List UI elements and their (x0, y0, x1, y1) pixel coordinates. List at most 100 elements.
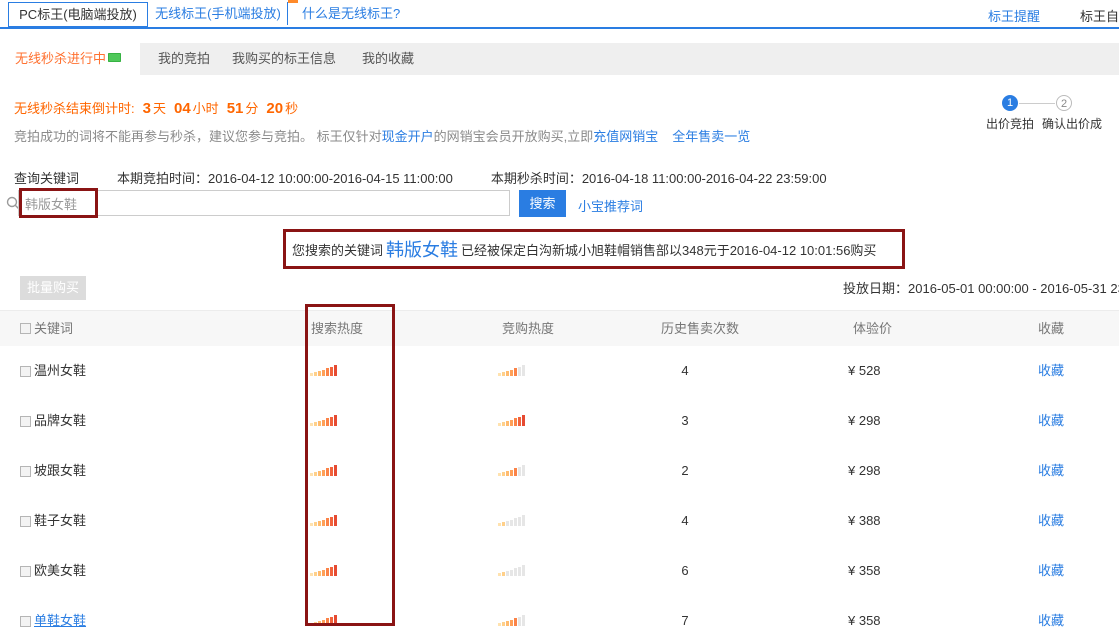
table-header: 关键词 搜索热度 竞购热度 历史售卖次数 体验价 收藏 (0, 310, 1119, 347)
row-checkbox[interactable] (20, 516, 31, 527)
notice-link[interactable]: 全年售卖一览 (672, 129, 750, 144)
col-search-heat: 搜索热度 (311, 311, 363, 347)
table-row: 坡跟女鞋 2 ¥ 298 收藏 (0, 446, 1119, 497)
keyword-cell[interactable]: 坡跟女鞋 (34, 446, 86, 496)
notice-line: 竞拍成功的词将不能再参与秒杀，建议您参与竞拍。 标王仅针对现金开户的网销宝会员开… (14, 126, 750, 145)
countdown-number: 04 (174, 100, 191, 117)
favorite-link[interactable]: 收藏 (1038, 346, 1064, 396)
auction-time: 本期竞拍时间：2016-04-12 10:00:00-2016-04-15 11… (117, 171, 453, 186)
row-checkbox[interactable] (20, 466, 31, 477)
batch-buy-button[interactable]: 批量购买 (20, 276, 86, 300)
orange-notch-icon (288, 0, 298, 3)
tab-purchased-info[interactable]: 我购买的标王信息 (232, 43, 336, 75)
countdown-unit: 小时 (193, 101, 219, 116)
sold-count-cell: 7 (640, 596, 730, 629)
message-keyword-link[interactable]: 韩版女鞋 (386, 236, 458, 262)
notice-link[interactable]: 充值网销宝 (593, 129, 658, 144)
notice-text: 标王仅针对 (313, 129, 382, 144)
sold-count-cell: 3 (640, 396, 730, 446)
search-heat-bars-icon (310, 515, 338, 526)
message-prefix: 您搜索的关键词 (292, 240, 383, 259)
countdown-number: 20 (266, 100, 283, 117)
countdown-unit: 分 (245, 101, 258, 116)
table-row: 品牌女鞋3¥ 298收藏 (0, 396, 1119, 447)
search-heat-bars-icon (310, 565, 338, 576)
step-1-circle: 1 (1002, 95, 1018, 111)
query-keyword-label: 查询关键词 (14, 171, 79, 186)
countdown-value: 3天 04小时 51分 20秒 (135, 101, 298, 116)
step-connector (1019, 103, 1055, 104)
compete-heat-bars-icon (498, 365, 526, 376)
put-date-range: 投放日期：2016-05-01 00:00:00 - 2016-05-31 23 (843, 278, 1119, 297)
tab-my-auction[interactable]: 我的竞拍 (158, 43, 210, 75)
compete-heat-bars-icon (498, 515, 526, 526)
favorite-link[interactable]: 收藏 (1038, 596, 1064, 629)
sold-count-cell: 4 (640, 346, 730, 396)
countdown-label: 无线秒杀结束倒计时: (14, 101, 135, 116)
step-2-label: 确认出价成 (1042, 115, 1102, 132)
notice-link[interactable]: 现金开户 (382, 129, 434, 144)
col-favorite: 收藏 (1038, 311, 1064, 347)
col-keyword: 关键词 (34, 311, 73, 347)
countdown-number: 3 (143, 100, 151, 117)
row-checkbox[interactable] (20, 416, 31, 427)
tab-seckill-active[interactable]: 无线秒杀进行中 (0, 43, 140, 75)
step-1-label: 出价竞拍 (986, 115, 1034, 132)
keyword-cell[interactable]: 单鞋女鞋 (34, 596, 86, 629)
compete-heat-bars-icon (498, 565, 526, 576)
select-all-checkbox[interactable] (20, 311, 31, 347)
price-cell: ¥ 528 (848, 346, 881, 396)
query-row: 查询关键词 本期竞拍时间：2016-04-12 10:00:00-2016-04-… (14, 168, 865, 187)
biaowang-auto-link[interactable]: 标王自 (1080, 6, 1119, 25)
notice-text: 竞拍成功的词将不能再参与秒杀，建议您参与竞拍。 (14, 129, 313, 144)
keyword-cell[interactable]: 温州女鞋 (34, 346, 86, 396)
tab-what-is-wireless[interactable]: 什么是无线标王? (287, 2, 414, 25)
countdown-unit: 秒 (285, 101, 298, 116)
tab-wireless-biaowang[interactable]: 无线标王(手机端投放) (150, 2, 286, 25)
col-sold-count: 历史售卖次数 (661, 311, 739, 347)
sold-count-cell: 2 (640, 446, 730, 496)
step-2-circle: 2 (1056, 95, 1072, 111)
price-cell: ¥ 358 (848, 596, 881, 629)
keyword-cell[interactable]: 欧美女鞋 (34, 546, 86, 596)
price-cell: ¥ 388 (848, 496, 881, 546)
search-heat-bars-icon (310, 465, 338, 476)
tab-my-favorites[interactable]: 我的收藏 (362, 43, 414, 75)
favorite-link[interactable]: 收藏 (1038, 546, 1064, 596)
price-cell: ¥ 298 (848, 446, 881, 496)
table-row: 单鞋女鞋 7 ¥ 358 收藏 (0, 596, 1119, 629)
favorite-link[interactable]: 收藏 (1038, 396, 1064, 446)
search-heat-bars-icon (310, 615, 338, 626)
notice-text: 的网销宝会员开放购买,立即 (434, 129, 594, 144)
message-suffix: 已经被保定白沟新城小旭鞋帽销售部以348元于2016-04-12 10:01:5… (461, 240, 876, 259)
compete-heat-bars-icon (498, 415, 526, 426)
table-row: 温州女鞋 4 ¥ 528 收藏 (0, 346, 1119, 397)
search-button[interactable]: 搜索 (519, 190, 566, 217)
keyword-cell[interactable]: 品牌女鞋 (34, 396, 86, 446)
keyword-cell[interactable]: 鞋子女鞋 (34, 496, 86, 546)
keyword-search-input[interactable] (18, 190, 510, 216)
favorite-link[interactable]: 收藏 (1038, 446, 1064, 496)
compete-heat-bars-icon (498, 465, 526, 476)
tab-pc-biaowang[interactable]: PC标王(电脑端投放) (8, 2, 148, 27)
xiaobao-suggest-link[interactable]: 小宝推荐词 (578, 196, 643, 215)
countdown-number: 51 (227, 100, 244, 117)
row-checkbox[interactable] (20, 366, 31, 377)
seckill-flag-icon (108, 53, 121, 62)
seckill-time: 本期秒杀时间：2016-04-18 11:00:00-2016-04-22 23… (491, 171, 827, 186)
search-heat-bars-icon (310, 365, 338, 376)
search-heat-bars-icon (310, 415, 338, 426)
row-checkbox[interactable] (20, 616, 31, 627)
keyword-purchased-message: 您搜索的关键词 韩版女鞋 已经被保定白沟新城小旭鞋帽销售部以348元于2016-… (283, 229, 905, 269)
biaowang-remind-link[interactable]: 标王提醒 (988, 6, 1040, 25)
price-cell: ¥ 358 (848, 546, 881, 596)
sub-nav: 无线秒杀进行中 我的竞拍 我购买的标王信息 我的收藏 (0, 43, 1119, 75)
sold-count-cell: 6 (640, 546, 730, 596)
row-checkbox[interactable] (20, 566, 31, 577)
col-price: 体验价 (853, 311, 892, 347)
favorite-link[interactable]: 收藏 (1038, 496, 1064, 546)
sold-count-cell: 4 (640, 496, 730, 546)
countdown: 无线秒杀结束倒计时: 3天 04小时 51分 20秒 (14, 98, 298, 117)
table-row: 欧美女鞋 6 ¥ 358 收藏 (0, 546, 1119, 597)
countdown-unit: 天 (153, 101, 166, 116)
